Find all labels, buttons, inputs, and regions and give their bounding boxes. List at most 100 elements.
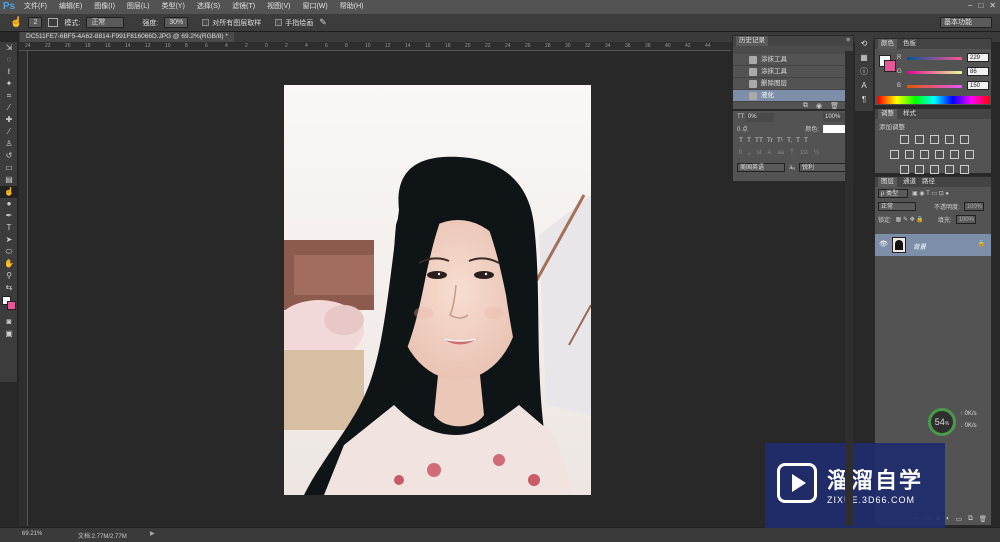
maximize-button[interactable]: □ — [978, 1, 983, 10]
paragraph-panel-icon[interactable]: ¶ — [857, 94, 871, 106]
history-tab[interactable]: 历史记录 — [736, 36, 768, 46]
language-select[interactable]: 美国英语 — [737, 163, 785, 173]
pressure-icon[interactable]: ✎ — [319, 17, 327, 28]
color-spectrum-bar[interactable] — [878, 96, 990, 104]
eyedropper-tool-icon[interactable]: ⁄ — [0, 102, 18, 114]
menu-filter[interactable]: 滤镜(T) — [226, 0, 261, 14]
swatches-tab[interactable]: 色板 — [903, 39, 916, 49]
ligature-button[interactable]: fi — [739, 150, 742, 157]
blend-mode-select[interactable]: 正常 — [878, 202, 916, 211]
layers-tab[interactable]: 图层 — [878, 177, 897, 187]
black-white-icon[interactable] — [920, 150, 929, 159]
properties-panel-icon[interactable]: ▦ — [857, 52, 871, 64]
minimize-button[interactable]: − — [968, 1, 973, 10]
doc-info[interactable]: 文档:2.77M/2.77M — [78, 531, 127, 540]
invert-icon[interactable] — [900, 165, 909, 174]
smudge-tool-icon[interactable]: ☝ — [0, 186, 18, 198]
document-image[interactable] — [284, 85, 591, 495]
strikethrough-button[interactable]: T — [804, 137, 808, 144]
sample-all-checkbox[interactable]: 对所有图层取样 — [202, 18, 261, 28]
delete-layer-icon[interactable]: 🗑 — [979, 515, 987, 523]
smudge-tool-icon[interactable]: ☝ — [10, 17, 22, 28]
exposure-icon[interactable] — [945, 135, 954, 144]
dodge-tool-icon[interactable]: ● — [0, 198, 18, 210]
fraction-button[interactable]: ½ — [814, 150, 819, 157]
channel-mixer-icon[interactable] — [950, 150, 959, 159]
mode-select[interactable]: 正常 — [86, 17, 125, 28]
channels-tab[interactable]: 通道 — [903, 177, 916, 187]
workspace-select[interactable]: 基本功能 — [940, 17, 992, 28]
menu-type[interactable]: 类型(Y) — [155, 0, 190, 14]
history-panel-icon[interactable]: ⟲ — [857, 38, 871, 50]
screen-mode-icon[interactable]: ▣ — [0, 328, 18, 340]
swap-colors-icon[interactable]: ⇆ — [0, 282, 18, 294]
menu-view[interactable]: 视图(V) — [261, 0, 296, 14]
lasso-tool-icon[interactable]: ℓ — [0, 66, 18, 78]
superscript-button[interactable]: T¹ — [777, 137, 783, 144]
new-fill-layer-icon[interactable]: ◐ — [946, 515, 950, 523]
network-speed-widget[interactable]: 54% ↑ 0K/s ↓ 0K/s — [928, 408, 990, 440]
menu-help[interactable]: 帮助(H) — [334, 0, 370, 14]
underline-button[interactable]: T — [796, 137, 800, 144]
zoom-tool-icon[interactable]: ⚲ — [0, 270, 18, 282]
hue-saturation-icon[interactable] — [890, 150, 899, 159]
filter-icons[interactable]: ▣ ◉ T ▭ ⊡ ● — [912, 190, 949, 197]
brightness-icon[interactable] — [900, 135, 909, 144]
levels-icon[interactable] — [915, 135, 924, 144]
baseline-shift-field[interactable]: 0 点 — [737, 124, 748, 133]
bg-swatch[interactable] — [884, 60, 896, 72]
history-brush-icon[interactable]: ↺ — [0, 150, 18, 162]
new-group-icon[interactable]: ▭ — [956, 515, 962, 523]
path-select-icon[interactable]: ➤ — [0, 234, 18, 246]
color-swatches[interactable] — [0, 294, 17, 316]
antialias-select[interactable]: 锐利 — [798, 163, 849, 173]
eraser-tool-icon[interactable]: ▭ — [0, 162, 18, 174]
all-caps-button[interactable]: TT — [755, 137, 763, 144]
gradient-tool-icon[interactable]: ▤ — [0, 174, 18, 186]
selective-color-icon[interactable] — [960, 165, 969, 174]
history-item[interactable]: 涂抹工具 — [733, 54, 853, 66]
posterize-icon[interactable] — [915, 165, 924, 174]
paths-tab[interactable]: 路径 — [922, 177, 935, 187]
clone-stamp-icon[interactable]: ♙ — [0, 138, 18, 150]
r-slider[interactable] — [907, 57, 962, 60]
vibrance-icon[interactable] — [960, 135, 969, 144]
titling-button[interactable]: aa — [777, 150, 784, 157]
faux-bold-button[interactable]: T — [739, 137, 743, 144]
menu-file[interactable]: 文件(F) — [18, 0, 53, 14]
brush-size-picker[interactable]: 2 — [28, 17, 43, 28]
fill-input[interactable]: 100% — [955, 215, 976, 224]
history-item[interactable]: 涂抹工具 — [733, 66, 853, 78]
color-tab[interactable]: 颜色 — [878, 39, 897, 49]
subscript-button[interactable]: T, — [787, 137, 792, 144]
pen-tool-icon[interactable]: ✒ — [0, 210, 18, 222]
history-item-selected[interactable]: 液化 — [733, 90, 853, 102]
menu-select[interactable]: 选择(S) — [191, 0, 226, 14]
layer-thumbnail[interactable] — [892, 237, 906, 253]
zoom-level[interactable]: 69.21% — [22, 531, 42, 537]
character-panel-icon[interactable]: A — [857, 80, 871, 92]
crop-tool-icon[interactable]: ⌗ — [0, 90, 18, 102]
g-slider[interactable] — [907, 71, 962, 74]
vertical-scale-field[interactable]: TT 0% — [737, 113, 774, 122]
ordinal-button[interactable]: 1st — [800, 150, 808, 157]
menu-edit[interactable]: 编辑(E) — [53, 0, 88, 14]
healing-brush-icon[interactable]: ✚ — [0, 114, 18, 126]
new-layer-icon[interactable]: ⧉ — [968, 515, 973, 523]
eye-icon[interactable]: 👁 — [879, 240, 888, 248]
layer-name[interactable]: 背景 — [913, 241, 926, 251]
adjustments-tab[interactable]: 调整 — [878, 109, 897, 119]
history-menu-icon[interactable]: ≡ — [846, 36, 850, 46]
menu-image[interactable]: 图像(I) — [88, 0, 121, 14]
lock-icons[interactable]: ▦ ✎ ✥ 🔒 — [896, 216, 924, 223]
finger-paint-checkbox[interactable]: 手指绘画 — [275, 18, 313, 28]
small-caps-button[interactable]: Tr — [767, 137, 773, 144]
b-value[interactable]: 150 — [967, 81, 989, 90]
layer-kind-filter[interactable]: ρ 类型 — [878, 189, 908, 198]
hand-tool-icon[interactable]: ✋ — [0, 258, 18, 270]
faux-italic-button[interactable]: T — [747, 137, 751, 144]
curves-icon[interactable] — [930, 135, 939, 144]
layer-row-background[interactable]: 👁 背景 🔒 — [875, 234, 991, 256]
r-value[interactable]: 229 — [967, 53, 989, 62]
photo-filter-icon[interactable] — [935, 150, 944, 159]
